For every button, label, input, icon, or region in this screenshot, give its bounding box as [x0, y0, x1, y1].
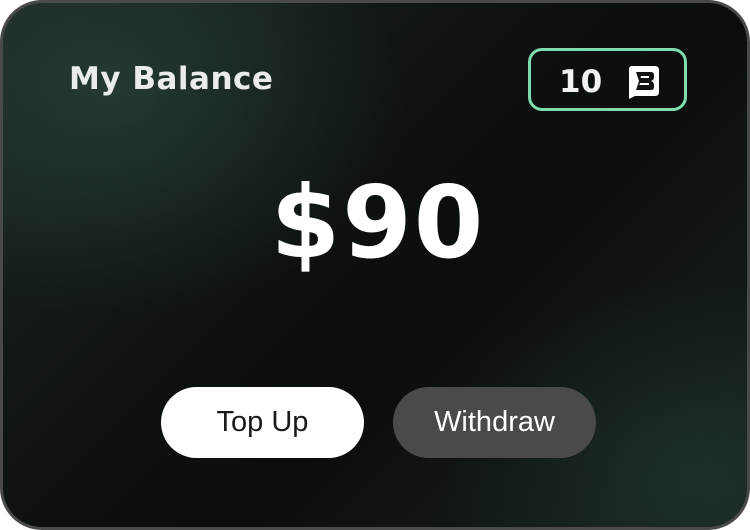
withdraw-button[interactable]: Withdraw	[393, 387, 596, 458]
brand-coin-icon	[625, 62, 663, 100]
card-title: My Balance	[69, 61, 274, 97]
top-up-button[interactable]: Top Up	[161, 387, 364, 458]
points-value: 10	[559, 64, 603, 100]
balance-amount: $90	[270, 164, 486, 281]
points-badge[interactable]: 10	[528, 48, 687, 111]
balance-card: My Balance 10 $90 Top Up Withdraw	[0, 0, 750, 530]
